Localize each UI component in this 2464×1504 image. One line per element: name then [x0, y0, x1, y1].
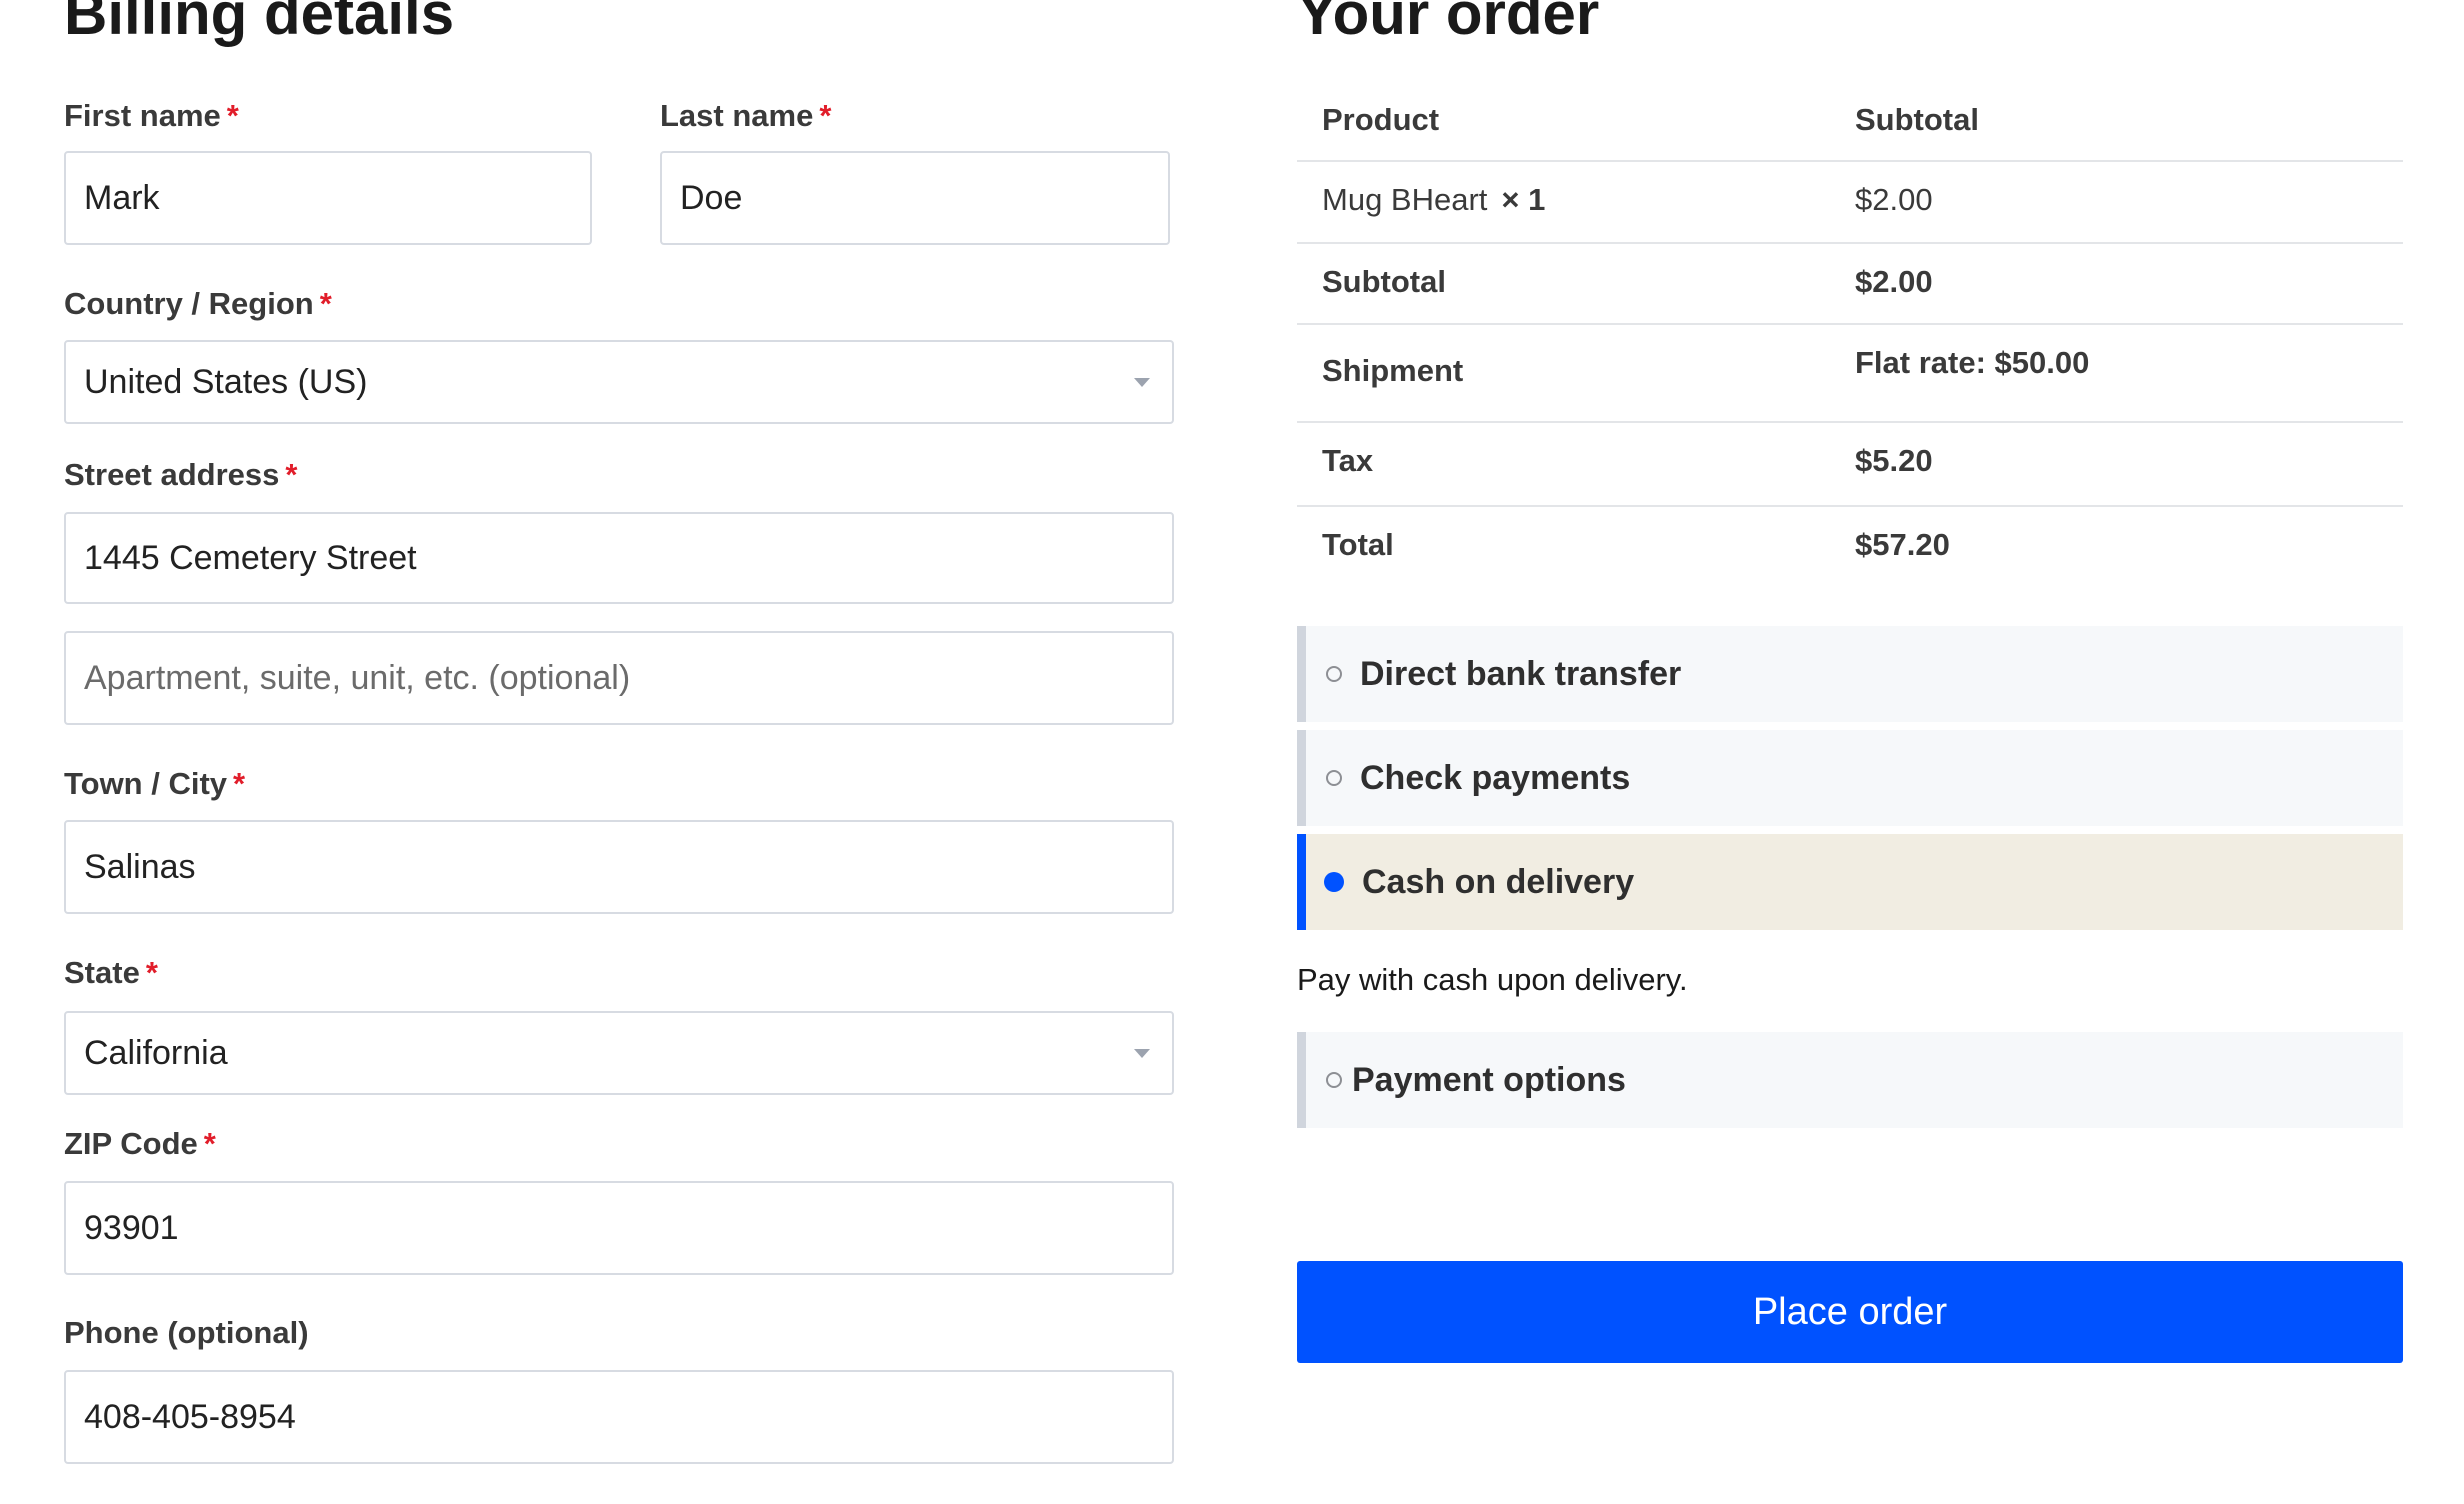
state-select[interactable]: California [64, 1011, 1174, 1095]
required-marker: * [226, 98, 239, 133]
product-quantity: × 1 [1501, 182, 1546, 217]
product-header: Product [1322, 102, 1440, 137]
shipment-value: Flat rate: $50.00 [1855, 345, 2090, 380]
payment-method-cash-on-delivery[interactable]: Cash on delivery [1297, 834, 2403, 930]
payment-method-options[interactable]: Payment options [1297, 1032, 2403, 1128]
country-label-text: Country / Region [64, 286, 314, 321]
phone-input[interactable] [64, 1370, 1174, 1464]
last-name-label-text: Last name [660, 98, 814, 133]
state-label-text: State [64, 955, 140, 990]
payment-method-label: Check payments [1360, 758, 1631, 797]
last-name-label: Last name * [660, 98, 831, 134]
state-select-value: California [84, 1033, 228, 1072]
place-order-button[interactable]: Place order [1297, 1261, 2403, 1363]
order-review-section: Your order Product Subtotal Mug BHeart × … [1297, 0, 2403, 1504]
total-label: Total [1322, 527, 1394, 562]
tax-value: $5.20 [1855, 443, 1933, 478]
radio-button[interactable] [1326, 666, 1342, 682]
state-label: State * [64, 955, 158, 991]
city-input[interactable] [64, 820, 1174, 914]
required-marker: * [319, 286, 332, 321]
checkout-page: Billing details First name* Last name* C… [0, 0, 2464, 1504]
required-marker: * [285, 457, 298, 492]
tax-row: Tax $5.20 [1297, 423, 2403, 507]
radio-button[interactable] [1326, 770, 1342, 786]
phone-label: Phone (optional) [64, 1315, 309, 1351]
subtotal-header: Subtotal [1855, 102, 1979, 137]
radio-button-selected[interactable] [1324, 872, 1344, 892]
apartment-input[interactable] [64, 631, 1174, 725]
required-marker: * [145, 955, 158, 990]
chevron-down-icon [1134, 377, 1150, 387]
payment-method-label: Payment options [1352, 1060, 1626, 1099]
shipment-row: Shipment Flat rate: $50.00 [1297, 325, 2403, 423]
shipment-label: Shipment [1322, 353, 1464, 388]
payment-method-label: Cash on delivery [1362, 862, 1635, 901]
first-name-input[interactable] [64, 151, 592, 245]
first-name-label: First name * [64, 98, 239, 134]
table-row: Mug BHeart × 1 $2.00 [1297, 162, 2403, 244]
last-name-input[interactable] [660, 151, 1170, 245]
city-label: Town / City * [64, 766, 245, 802]
product-cell: Mug BHeart × 1 [1322, 182, 1545, 218]
subtotal-row: Subtotal $2.00 [1297, 244, 2403, 325]
billing-title: Billing details [64, 0, 455, 47]
street-address-input[interactable] [64, 512, 1174, 604]
required-marker: * [819, 98, 832, 133]
zip-code-input[interactable] [64, 1181, 1174, 1275]
subtotal-label: Subtotal [1322, 264, 1446, 299]
order-table: Product Subtotal Mug BHeart × 1 $2.00 Sub… [1297, 80, 2403, 591]
country-select-value: United States (US) [84, 362, 368, 401]
payment-method-description: Pay with cash upon delivery. [1297, 962, 1688, 997]
radio-button[interactable] [1326, 1072, 1342, 1088]
required-marker: * [203, 1126, 216, 1161]
country-label: Country / Region * [64, 286, 332, 322]
street-label-text: Street address [64, 457, 280, 492]
phone-label-text: Phone (optional) [64, 1315, 309, 1350]
order-title: Your order [1297, 0, 1600, 47]
first-name-label-text: First name [64, 98, 221, 133]
chevron-down-icon [1134, 1048, 1150, 1058]
product-price: $2.00 [1855, 182, 1933, 217]
total-value: $57.20 [1855, 527, 1950, 562]
tax-label: Tax [1322, 443, 1374, 478]
payment-method-label: Direct bank transfer [1360, 654, 1682, 693]
zip-label-text: ZIP Code [64, 1126, 198, 1161]
payment-method-check[interactable]: Check payments [1297, 730, 2403, 826]
product-name: Mug BHeart [1322, 182, 1488, 217]
zip-label: ZIP Code * [64, 1126, 216, 1162]
required-marker: * [233, 766, 246, 801]
table-header-row: Product Subtotal [1297, 80, 2403, 162]
country-select[interactable]: United States (US) [64, 340, 1174, 424]
subtotal-value: $2.00 [1855, 264, 1933, 299]
street-label: Street address * [64, 457, 297, 493]
total-row: Total $57.20 [1297, 507, 2403, 591]
city-label-text: Town / City [64, 766, 228, 801]
payment-method-bank-transfer[interactable]: Direct bank transfer [1297, 626, 2403, 722]
